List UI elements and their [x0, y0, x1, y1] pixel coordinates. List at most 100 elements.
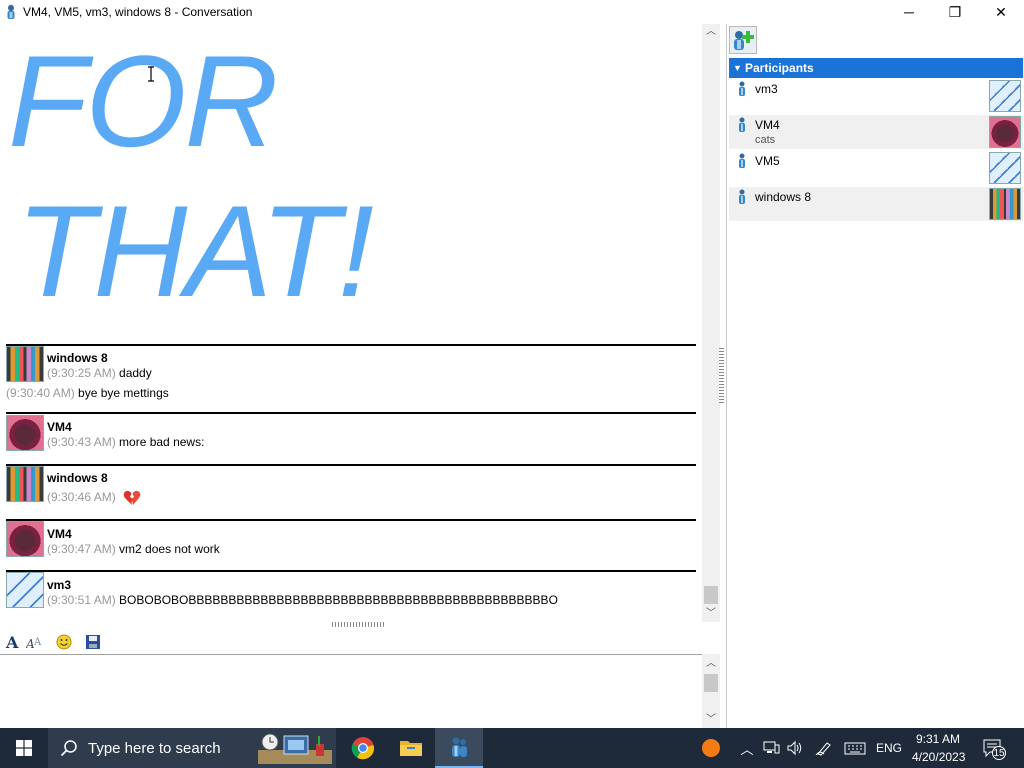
- message-timestamp: (9:30:43 AM): [47, 435, 116, 449]
- network-icon[interactable]: [762, 740, 780, 756]
- input-scrollbar[interactable]: ︿ ﹀: [702, 654, 720, 728]
- message-separator: [6, 464, 696, 466]
- font-effects-icon[interactable]: AA: [25, 632, 45, 652]
- scroll-up-icon[interactable]: ︿: [702, 656, 720, 672]
- touch-keyboard-icon[interactable]: [844, 740, 866, 756]
- taskbar: Type here to search ︿ ENG 9:31 AM 4/20/2…: [0, 728, 1024, 768]
- message-input[interactable]: [0, 654, 702, 728]
- crayons-avatar: [6, 466, 44, 502]
- message-sender: VM4: [47, 420, 72, 434]
- search-icon: [60, 740, 77, 757]
- message-sender: VM4: [47, 527, 72, 541]
- participant-status: cats: [755, 134, 776, 146]
- message-timestamp: (9:30:25 AM): [47, 366, 116, 380]
- message-sender: windows 8: [47, 351, 108, 365]
- folder-icon: [400, 741, 422, 756]
- participants-header-label: Participants: [745, 61, 814, 75]
- chrome-taskbar-button[interactable]: [339, 728, 387, 768]
- message-line: (9:30:40 AM) bye bye mettings: [6, 386, 169, 400]
- message-sender: windows 8: [47, 471, 108, 485]
- pen-workspace-icon[interactable]: [815, 740, 833, 756]
- big-message-text: FOR: [8, 28, 278, 174]
- message-text: BOBOBOBOBBBBBBBBBBBBBBBBBBBBBBBBBBBBBBBB…: [115, 593, 558, 607]
- message-timestamp: (9:30:47 AM): [47, 542, 116, 556]
- pidgin-taskbar-button[interactable]: [435, 728, 483, 768]
- wave-avatar: [6, 572, 44, 608]
- text-cursor-icon: [148, 66, 154, 82]
- ball-avatar: [989, 116, 1021, 148]
- participant-item[interactable]: vm3: [729, 79, 1023, 113]
- collapse-triangle-icon: ▼: [733, 63, 742, 73]
- participant-item[interactable]: VM5: [729, 151, 1023, 185]
- message-line: (9:30:25 AM) daddy: [47, 366, 152, 380]
- add-buddy-icon: [734, 31, 754, 50]
- scroll-down-icon[interactable]: ﹀: [702, 712, 720, 728]
- search-highlight-icon: [258, 733, 332, 764]
- message-text: bye bye mettings: [74, 386, 169, 400]
- message-line: (9:30:43 AM) more bad news:: [47, 435, 204, 449]
- message-text: vm2 does not work: [115, 542, 220, 556]
- chrome-icon: [351, 737, 375, 760]
- minimize-button[interactable]: ─: [886, 0, 932, 24]
- participants-panel: ▼ Participants vm3 VM4 cats VM5 windows …: [726, 24, 1024, 728]
- buddy-icon: [739, 117, 745, 132]
- pane-splitter-horizontal[interactable]: [332, 622, 386, 627]
- svg-text:A: A: [5, 634, 19, 650]
- search-placeholder: Type here to search: [88, 740, 221, 757]
- scroll-down-icon[interactable]: ﹀: [702, 606, 720, 622]
- wave-avatar: [989, 80, 1021, 112]
- message-sender: vm3: [47, 578, 72, 592]
- history-scrollbar[interactable]: ︿ ﹀: [702, 24, 720, 622]
- volume-icon[interactable]: [786, 740, 804, 756]
- pidgin-icon: [7, 4, 15, 19]
- pane-splitter-vertical[interactable]: [719, 348, 724, 404]
- clock-time[interactable]: 9:31 AM: [916, 732, 960, 746]
- add-participant-button[interactable]: [729, 26, 757, 54]
- clock-date[interactable]: 4/20/2023: [912, 750, 965, 764]
- message-text: more bad news:: [115, 435, 205, 449]
- maximize-button[interactable]: ❐: [932, 0, 978, 24]
- scroll-thumb[interactable]: [704, 674, 718, 692]
- message-separator: [6, 344, 696, 346]
- message-separator: [6, 412, 696, 414]
- ball-avatar: [6, 521, 44, 557]
- start-button[interactable]: [0, 728, 48, 768]
- scroll-thumb[interactable]: [704, 586, 718, 604]
- big-message-text: THAT!: [16, 178, 374, 324]
- buddy-icon: [739, 189, 745, 204]
- file-explorer-taskbar-button[interactable]: [387, 728, 435, 768]
- close-button[interactable]: ✕: [978, 0, 1024, 24]
- crayons-avatar: [6, 346, 44, 382]
- participant-name: VM4: [755, 118, 780, 132]
- smiley-icon[interactable]: [54, 632, 74, 652]
- conversation-window: VM4, VM5, vm3, windows 8 - Conversation …: [0, 0, 1024, 768]
- participant-item[interactable]: windows 8: [729, 187, 1023, 221]
- participant-item[interactable]: VM4 cats: [729, 115, 1023, 149]
- title-bar: VM4, VM5, vm3, windows 8 - Conversation …: [0, 0, 1024, 24]
- svg-text:A: A: [33, 637, 42, 648]
- ball-avatar: [6, 415, 44, 451]
- message-line: (9:30:51 AM) BOBOBOBOBBBBBBBBBBBBBBBBBBB…: [47, 593, 558, 607]
- conversation-history[interactable]: FOR THAT! windows 8 (9:30:25 AM) daddy (…: [0, 24, 702, 622]
- message-timestamp: (9:30:46 AM): [47, 490, 116, 505]
- message-separator: [6, 519, 696, 521]
- participant-name: vm3: [755, 82, 778, 96]
- orange-tray-icon[interactable]: [701, 738, 721, 758]
- participants-header[interactable]: ▼ Participants: [729, 58, 1023, 78]
- font-icon[interactable]: A: [3, 632, 23, 652]
- message-line: (9:30:47 AM) vm2 does not work: [47, 542, 220, 556]
- message-line: (9:30:46 AM): [47, 490, 141, 506]
- scroll-up-icon[interactable]: ︿: [702, 24, 720, 40]
- show-hidden-icons-icon[interactable]: ︿: [738, 740, 756, 757]
- windows-logo-icon: [16, 740, 32, 756]
- language-indicator[interactable]: ENG: [876, 741, 902, 755]
- broken-heart-icon: [123, 490, 141, 505]
- message-separator: [6, 570, 696, 572]
- message-text: daddy: [115, 366, 152, 380]
- window-title: VM4, VM5, vm3, windows 8 - Conversation: [23, 5, 253, 19]
- taskbar-search-box[interactable]: Type here to search: [48, 728, 336, 768]
- participant-name: windows 8: [755, 190, 812, 204]
- crayons-avatar: [989, 188, 1021, 220]
- save-icon[interactable]: [83, 632, 103, 652]
- pidgin-icon: [452, 737, 467, 757]
